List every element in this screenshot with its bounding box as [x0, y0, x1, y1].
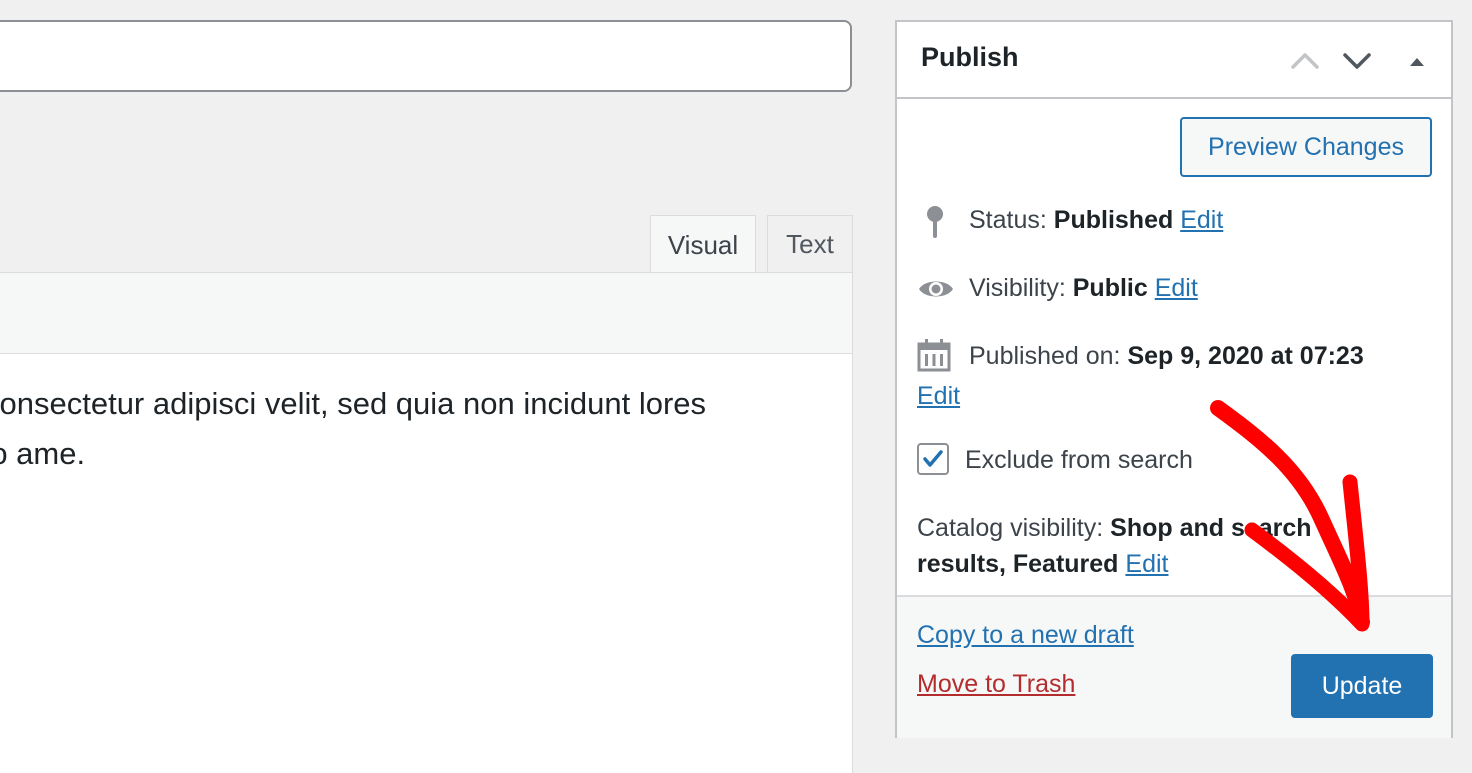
tab-visual[interactable]: Visual: [650, 215, 756, 275]
edit-visibility-link[interactable]: Edit: [1155, 274, 1198, 302]
published-on-label: Published on:: [969, 342, 1121, 370]
editor-content[interactable]: consectetur adipisci velit, sed quia non…: [0, 353, 853, 773]
published-on-row: Published on: Sep 9, 2020 at 07:23: [969, 342, 1364, 371]
publish-box: Publish Preview Changes Status: Publishe…: [895, 20, 1453, 738]
status-label: Status:: [969, 206, 1047, 234]
copy-to-new-draft-link[interactable]: Copy to a new draft: [917, 621, 1134, 650]
published-on-value: Sep 9, 2020 at 07:23: [1127, 342, 1364, 370]
editor-tabs: Visual Text: [0, 215, 853, 275]
catalog-visibility-label: Catalog visibility:: [917, 514, 1104, 542]
status-row: Status: Published Edit: [969, 206, 1223, 235]
checkmark-icon: [923, 450, 943, 467]
update-button[interactable]: Update: [1291, 654, 1433, 718]
editor-text-line: consectetur adipisci velit, sed quia non…: [0, 386, 707, 421]
visibility-label: Visibility:: [969, 274, 1066, 302]
collapse-triangle-icon[interactable]: [1397, 40, 1437, 80]
move-to-trash-link[interactable]: Move to Trash: [917, 670, 1075, 699]
eye-icon: [917, 274, 955, 309]
edit-status-link[interactable]: Edit: [1180, 206, 1223, 234]
move-up-chevron-icon[interactable]: [1285, 40, 1325, 80]
editor-text-line: ro ame.: [0, 436, 86, 471]
publish-box-header: Publish: [897, 22, 1451, 99]
move-down-chevron-icon[interactable]: [1337, 40, 1377, 80]
visibility-row: Visibility: Public Edit: [969, 274, 1198, 303]
publish-box-title: Publish: [921, 42, 1019, 72]
exclude-from-search-checkbox[interactable]: [917, 443, 949, 475]
pin-icon: [921, 204, 949, 245]
status-value: Published: [1053, 206, 1174, 234]
editor-toolbar: [0, 272, 853, 354]
post-title-input[interactable]: [0, 20, 852, 92]
catalog-visibility-row: Catalog visibility: Shop and search resu…: [917, 510, 1337, 582]
edit-published-date-link[interactable]: Edit: [917, 382, 960, 411]
visibility-value: Public: [1072, 274, 1148, 302]
exclude-from-search-label: Exclude from search: [965, 446, 1193, 474]
publish-box-footer: Copy to a new draft Move to Trash Update: [897, 595, 1451, 738]
preview-changes-button[interactable]: Preview Changes: [1180, 117, 1432, 177]
tab-text[interactable]: Text: [767, 215, 853, 273]
edit-catalog-visibility-link[interactable]: Edit: [1125, 550, 1168, 578]
calendar-icon: [917, 338, 951, 377]
